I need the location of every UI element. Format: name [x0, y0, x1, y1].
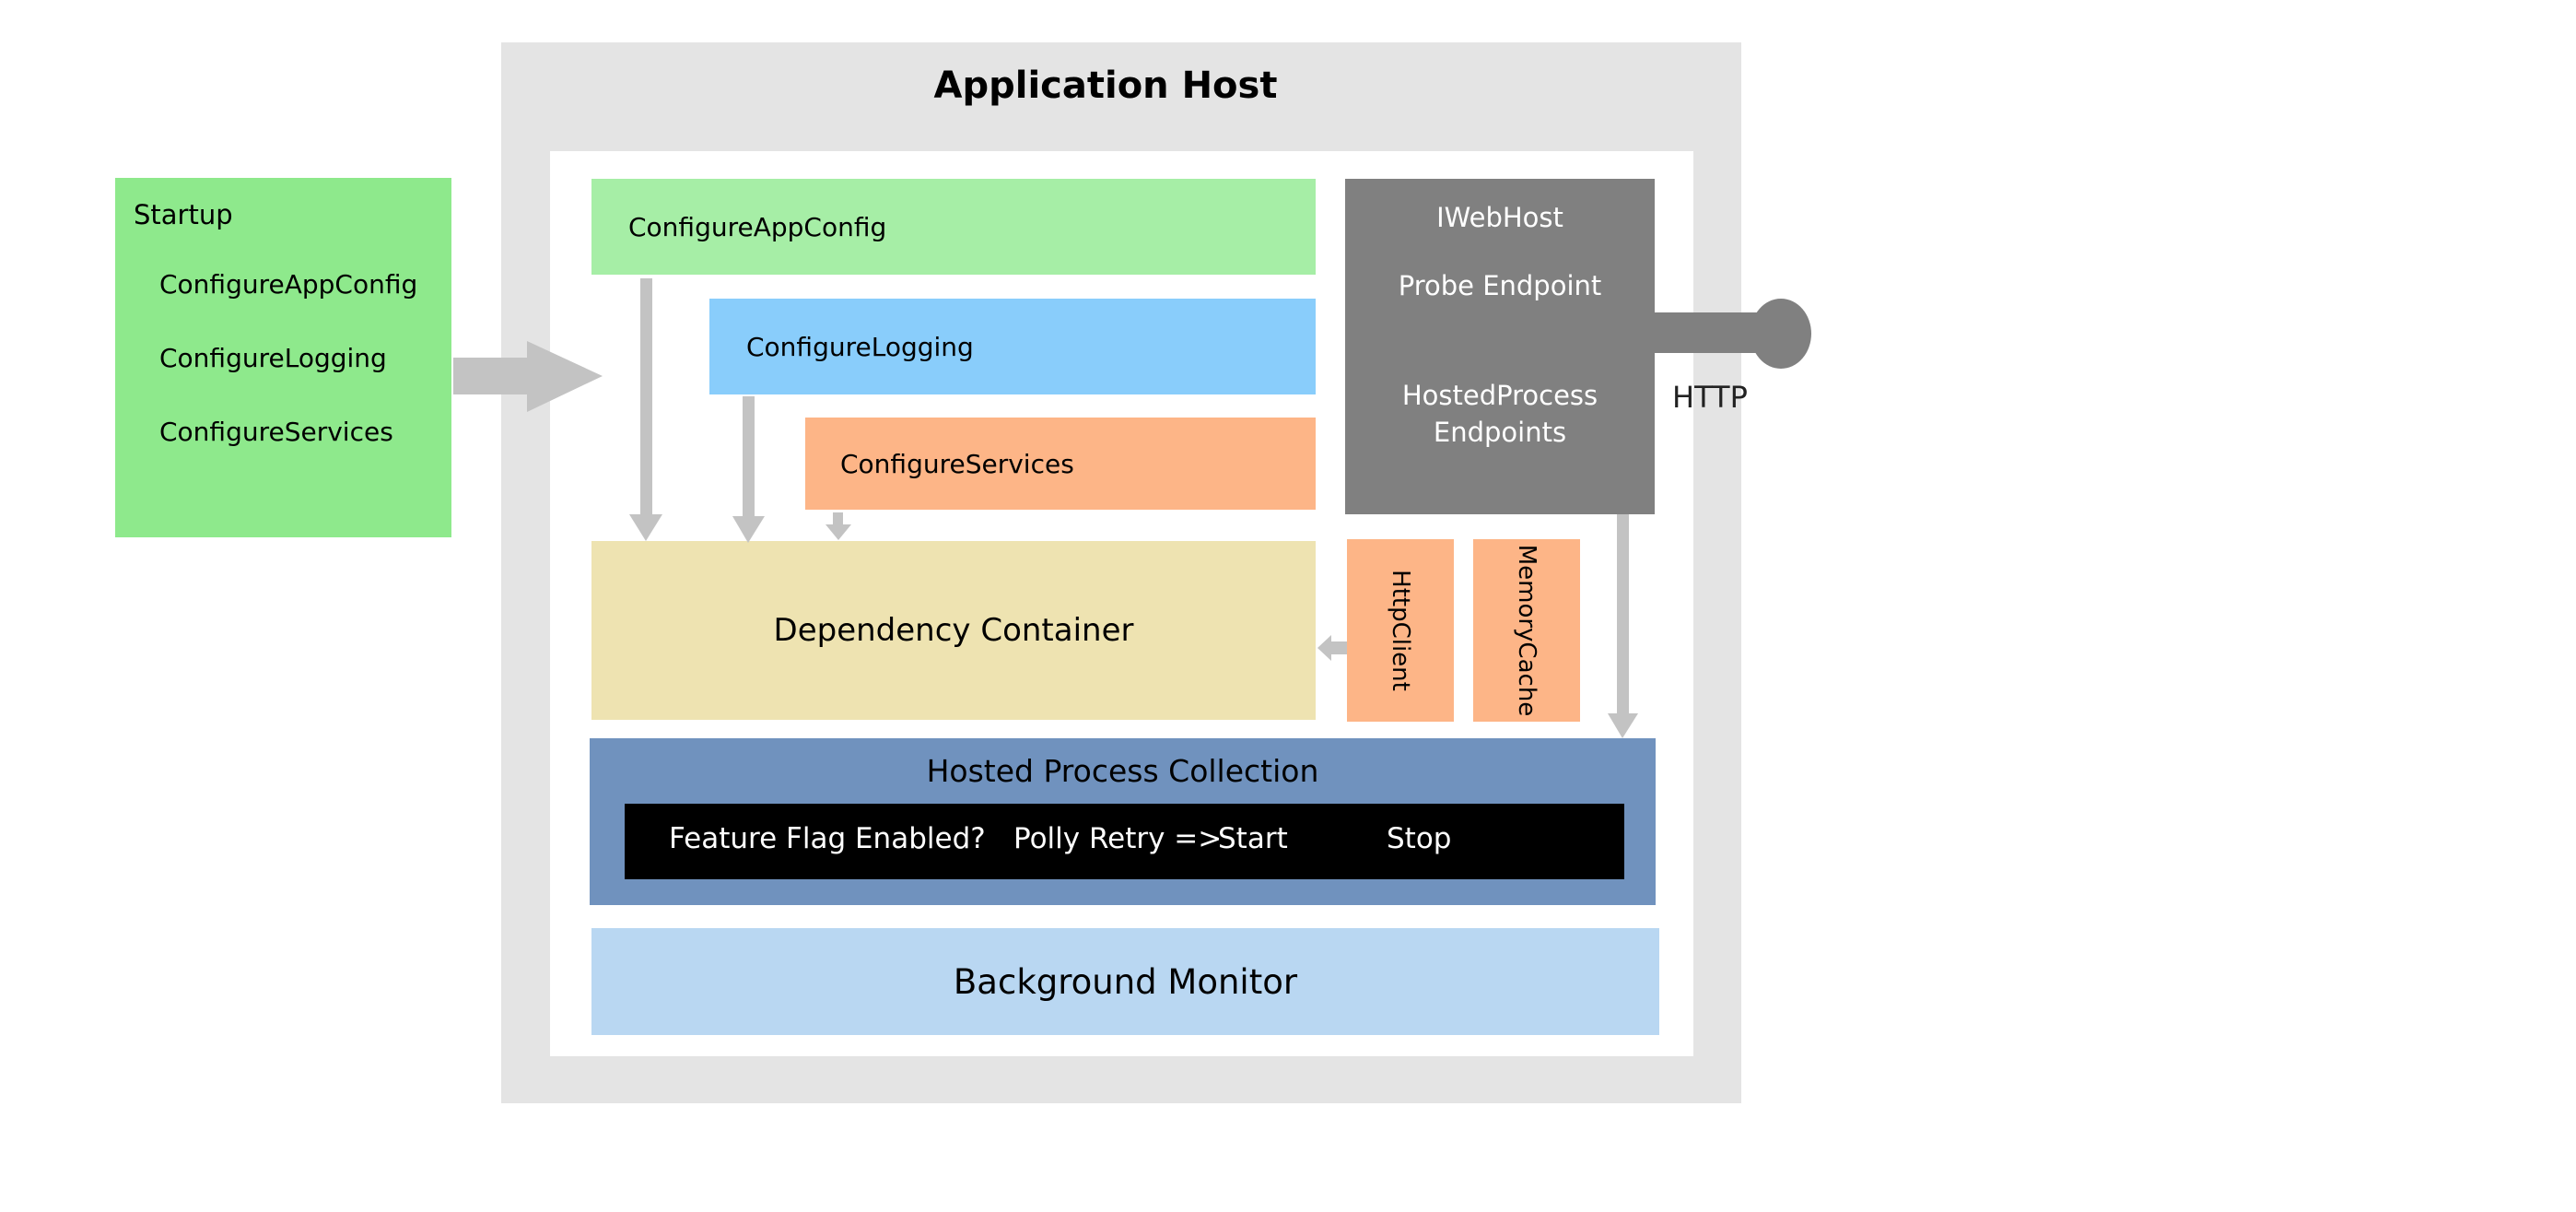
iwebhost-to-hosted-arrow — [1608, 514, 1638, 738]
services-to-dependency-arrow — [825, 512, 851, 540]
http-endpoint-connector — [1655, 299, 1811, 369]
app-config-to-dependency-arrow — [629, 278, 662, 541]
httpclient-to-dependency-arrow — [1317, 635, 1347, 661]
http-label: HTTP — [1672, 380, 1748, 415]
startup-to-host-arrow — [453, 341, 603, 412]
logging-to-dependency-arrow — [732, 396, 765, 543]
http-endpoint-icon — [1751, 299, 1811, 369]
connectors-overlay — [453, 278, 1811, 738]
